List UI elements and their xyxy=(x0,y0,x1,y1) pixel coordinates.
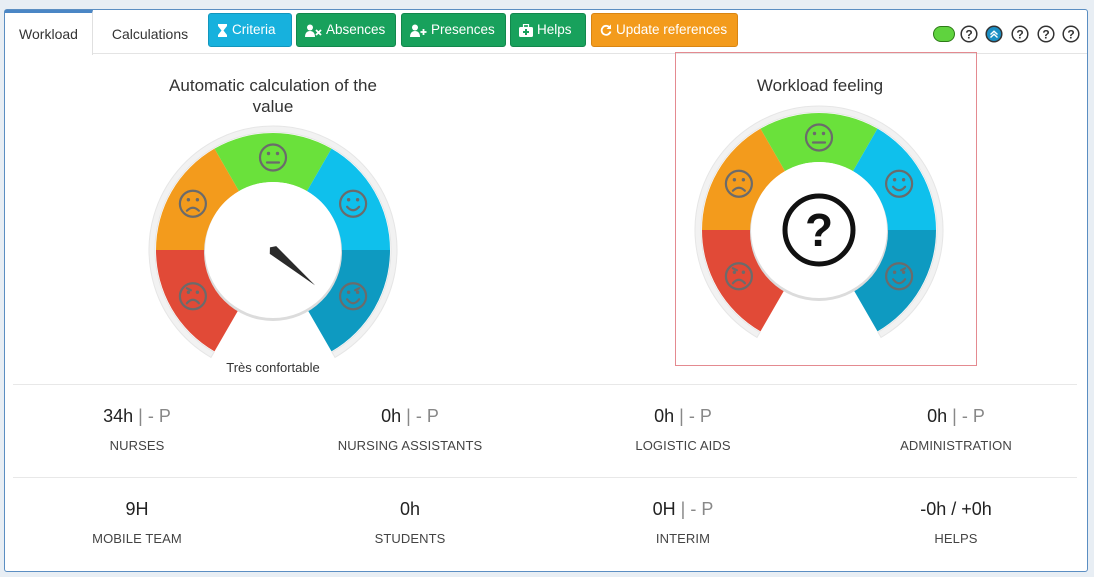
stat-value: 0h xyxy=(381,406,402,426)
divider xyxy=(13,384,1077,385)
stat-separator: | xyxy=(680,499,686,519)
stat-label: STUDENTS xyxy=(374,531,446,546)
user-add-icon xyxy=(410,24,427,37)
absences-label: Absences xyxy=(326,22,386,37)
medkit-icon xyxy=(519,23,533,37)
stat-value: 0H xyxy=(652,499,676,519)
help-icon[interactable]: ? xyxy=(1062,25,1080,43)
tab-bar: Workload Calculations Criteria Absences … xyxy=(5,10,1087,55)
stat-mobile-team: 9H MOBILE TEAM xyxy=(7,499,267,546)
stat-nurses: 34h | - P NURSES xyxy=(7,406,267,453)
stat-label: ADMINISTRATION xyxy=(900,438,1012,453)
help-icon[interactable]: ? xyxy=(1011,25,1029,43)
presences-button[interactable]: Presences xyxy=(401,13,506,47)
svg-text:?: ? xyxy=(1016,27,1023,41)
stat-percent: - P xyxy=(961,406,985,426)
tab-calculations[interactable]: Calculations xyxy=(97,10,203,54)
absences-button[interactable]: Absences xyxy=(296,13,396,47)
stat-label: NURSING ASSISTANTS xyxy=(337,438,483,453)
stat-percent: - P xyxy=(690,499,714,519)
stat-label: LOGISTIC AIDS xyxy=(635,438,731,453)
stat-separator: | xyxy=(952,406,957,426)
stat-value: 0h xyxy=(927,406,948,426)
svg-text:?: ? xyxy=(1067,27,1074,41)
criteria-label: Criteria xyxy=(232,22,276,37)
stat-students: 0h STUDENTS xyxy=(280,499,540,546)
user-remove-icon xyxy=(305,24,322,37)
help-icon[interactable]: ? xyxy=(960,25,978,43)
divider xyxy=(13,477,1077,478)
stat-nursing-assistants: 0h | - P NURSING ASSISTANTS xyxy=(280,406,540,453)
workload-panel: Workload Calculations Criteria Absences … xyxy=(4,9,1088,572)
question-symbol: ? xyxy=(805,204,833,256)
tab-workload[interactable]: Workload xyxy=(5,10,93,55)
helps-label: Helps xyxy=(537,22,572,37)
update-references-button[interactable]: Update references xyxy=(591,13,738,47)
stat-value: 0h xyxy=(399,499,421,519)
stat-separator: | xyxy=(138,406,143,426)
presences-label: Presences xyxy=(431,22,495,37)
update-references-label: Update references xyxy=(616,22,728,37)
criteria-button[interactable]: Criteria xyxy=(208,13,292,47)
stat-helps: -0h / +0h HELPS xyxy=(826,499,1086,546)
stat-label: MOBILE TEAM xyxy=(92,531,182,546)
svg-text:?: ? xyxy=(965,27,972,41)
stat-label: INTERIM xyxy=(655,531,711,546)
helps-button[interactable]: Helps xyxy=(510,13,586,47)
feeling-gauge-title: Workload feeling xyxy=(756,76,884,95)
hourglass-icon xyxy=(218,23,227,37)
stat-interim: 0H | - P INTERIM xyxy=(553,499,813,546)
stat-percent: - P xyxy=(147,406,171,426)
stat-administration: 0h | - P ADMINISTRATION xyxy=(826,406,1086,453)
stat-label: HELPS xyxy=(934,531,978,546)
status-indicator xyxy=(933,26,955,42)
auto-gauge-title: Automatic calculation of the value xyxy=(169,76,377,116)
stat-separator: | xyxy=(679,406,684,426)
stat-separator: | xyxy=(406,406,411,426)
auto-gauge-caption: Très confortable xyxy=(226,360,320,375)
workload-feeling-gauge[interactable]: ? xyxy=(691,102,947,358)
stat-value: 0h xyxy=(654,406,675,426)
auto-calculation-gauge xyxy=(148,125,398,359)
stat-percent: - P xyxy=(415,406,439,426)
stat-label: NURSES xyxy=(109,438,165,453)
stat-value: -0h / +0h xyxy=(920,499,992,519)
refresh-icon xyxy=(600,24,612,36)
stat-value: 34h xyxy=(103,406,134,426)
stat-percent: - P xyxy=(688,406,712,426)
stat-logistic-aids: 0h | - P LOGISTIC AIDS xyxy=(553,406,813,453)
svg-text:?: ? xyxy=(1042,27,1049,41)
collapse-up-icon[interactable] xyxy=(985,25,1003,43)
stat-value: 9H xyxy=(125,499,149,519)
help-icon[interactable]: ? xyxy=(1037,25,1055,43)
